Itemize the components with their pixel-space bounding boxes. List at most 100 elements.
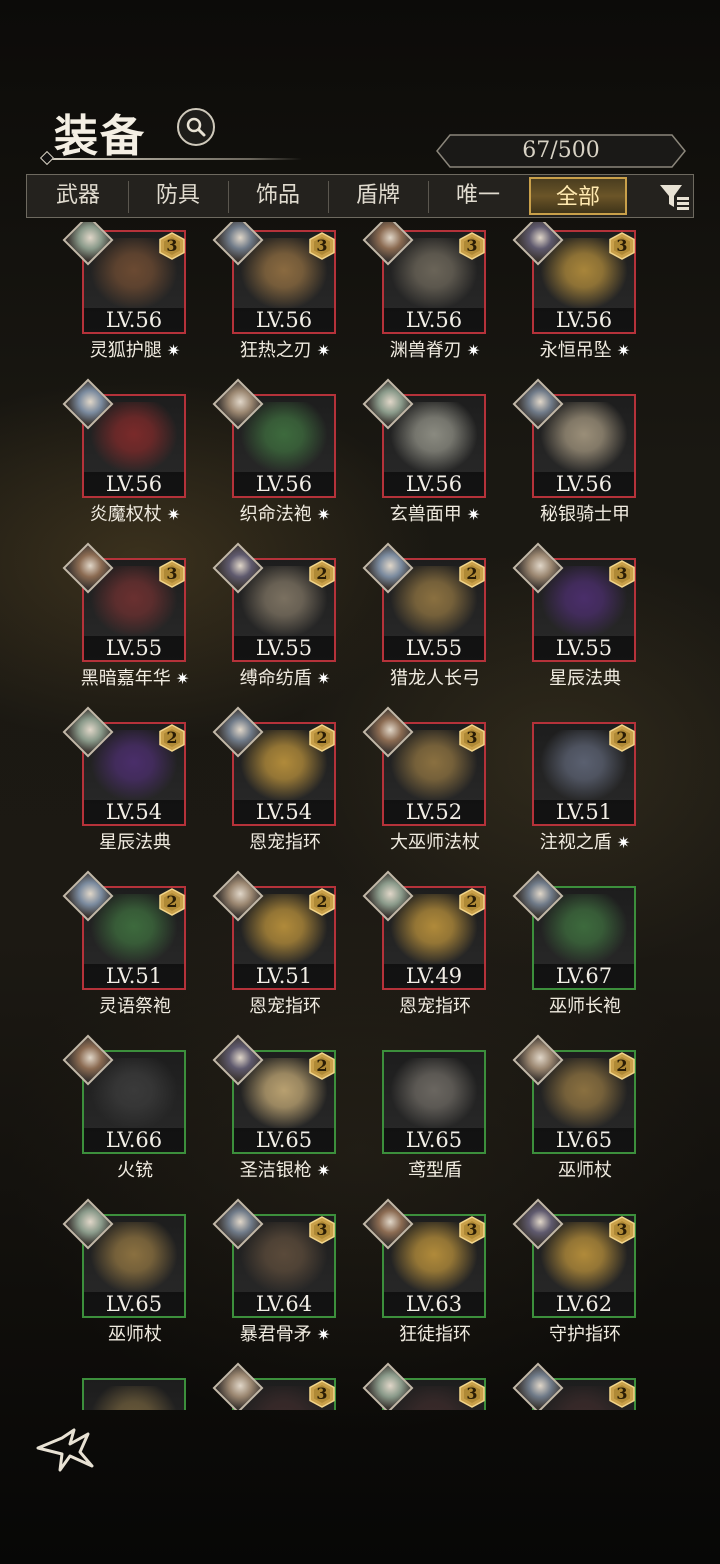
- equipment-item[interactable]: LV.64 3 暴君骨矛 ✷: [200, 1198, 350, 1366]
- equipment-item[interactable]: LV.56 3 永恒吊坠 ✷: [500, 222, 650, 382]
- item-card: LV.65: [382, 1050, 486, 1154]
- equipment-item[interactable]: LV.56 秘银骑士甲: [500, 378, 650, 546]
- equipment-item[interactable]: LV.67 巫师长袍: [500, 870, 650, 1038]
- item-name-text: 织命法袍: [239, 504, 312, 525]
- item-name-text: 恩宠指环: [399, 996, 471, 1017]
- equipment-item[interactable]: LV.62 3 守护指环: [500, 1198, 650, 1366]
- rank-value: 3: [466, 1220, 478, 1239]
- rank-badge: 2: [158, 888, 186, 916]
- enhanced-star-icon: ✷: [161, 505, 181, 524]
- item-level: LV.55: [534, 636, 634, 660]
- item-name: 灵狐护腿 ✷: [50, 336, 220, 362]
- equipment-item[interactable]: LV.49 2 恩宠指环: [350, 870, 500, 1038]
- equipment-item[interactable]: LV.55 2 缚命纺盾 ✷: [200, 542, 350, 710]
- rank-value: 2: [616, 728, 628, 747]
- equipment-item[interactable]: LV.56 玄兽面甲 ✷: [350, 378, 500, 546]
- item-name: 永恒吊坠 ✷: [500, 336, 670, 362]
- equipment-item[interactable]: LV.54 2 恩宠指环: [200, 706, 350, 874]
- tab-all[interactable]: 全部: [529, 177, 627, 215]
- equipment-item[interactable]: LV.65 巫师杖: [50, 1198, 200, 1366]
- item-name-text: 暴君骨矛: [239, 1324, 312, 1345]
- item-name-text: 巫师长袍: [549, 996, 621, 1017]
- equipment-item[interactable]: LV.55 2 猎龙人长弓: [350, 542, 500, 710]
- item-level: LV.49: [384, 964, 484, 988]
- rank-badge: 3: [308, 1216, 336, 1244]
- rank-value: 2: [316, 728, 328, 747]
- filter-button[interactable]: [657, 177, 691, 215]
- equipment-item[interactable]: LV.63 3 狂徒指环: [350, 1198, 500, 1366]
- item-level: LV.66: [84, 1128, 184, 1152]
- search-button[interactable]: [177, 108, 215, 146]
- tab-armor[interactable]: 防具: [129, 177, 227, 215]
- equipment-item[interactable]: 3: [200, 1362, 350, 1410]
- item-name-text: 巫师杖: [108, 1324, 162, 1345]
- equipment-item[interactable]: LV.56 3 灵狐护腿 ✷: [50, 222, 200, 382]
- capacity-count: 67/500: [522, 138, 600, 163]
- item-name: 恩宠指环: [200, 828, 370, 854]
- rank-value: 3: [616, 1384, 628, 1403]
- equipment-item[interactable]: LV.56 3 狂热之刃 ✷: [200, 222, 350, 382]
- equipment-item[interactable]: LV.56 3 渊兽脊刃 ✷: [350, 222, 500, 382]
- item-level: LV.65: [234, 1128, 334, 1152]
- item-level: LV.64: [234, 1292, 334, 1316]
- equipment-item[interactable]: [50, 1370, 200, 1410]
- item-name-text: 永恒吊坠: [539, 340, 612, 361]
- rank-value: 3: [466, 236, 478, 255]
- enhanced-star-icon: ✷: [311, 1161, 331, 1180]
- tab-unique[interactable]: 唯一: [429, 177, 527, 215]
- rank-value: 2: [316, 892, 328, 911]
- item-level: LV.62: [534, 1292, 634, 1316]
- equipment-item[interactable]: LV.54 2 星辰法典: [50, 706, 200, 874]
- item-level: LV.65: [534, 1128, 634, 1152]
- item-level: LV.56: [84, 472, 184, 496]
- enhanced-star-icon: ✷: [311, 1325, 331, 1344]
- rank-value: 3: [166, 564, 178, 583]
- equipment-item[interactable]: LV.56 炎魔权杖 ✷: [50, 378, 200, 546]
- tab-accessories[interactable]: 饰品: [229, 177, 327, 215]
- equipment-item[interactable]: LV.52 3 大巫师法杖: [350, 706, 500, 874]
- title-diamond-ornament: [39, 150, 55, 166]
- equipment-item[interactable]: LV.65 2 圣洁银枪 ✷: [200, 1034, 350, 1202]
- item-name: 大巫师法杖: [350, 828, 520, 854]
- equipment-item[interactable]: LV.65 鸢型盾: [350, 1042, 500, 1202]
- kite-shield-icon: [390, 1058, 478, 1130]
- back-logo-button[interactable]: [36, 1426, 94, 1472]
- rank-badge: 2: [458, 560, 486, 588]
- item-name: 巫师长袍: [500, 992, 670, 1018]
- item-level: LV.56: [84, 308, 184, 332]
- equipment-item[interactable]: LV.66 火铳: [50, 1034, 200, 1202]
- item-name: 巫师杖: [500, 1156, 670, 1182]
- equipment-item[interactable]: LV.56 织命法袍 ✷: [200, 378, 350, 546]
- equipment-item[interactable]: LV.55 3 星辰法典: [500, 542, 650, 710]
- rank-value: 2: [316, 564, 328, 583]
- filter-icon: [660, 185, 689, 210]
- enhanced-star-icon: ✷: [461, 341, 481, 360]
- equipment-item[interactable]: LV.51 2 灵语祭袍: [50, 870, 200, 1038]
- item-name: 星辰法典: [500, 664, 670, 690]
- rank-badge: 2: [458, 888, 486, 916]
- rank-badge: 2: [608, 1052, 636, 1080]
- item-name: 巫师杖: [50, 1320, 220, 1346]
- item-level: LV.56: [384, 308, 484, 332]
- tab-weapons[interactable]: 武器: [29, 177, 127, 215]
- page-title: 装备: [54, 111, 146, 162]
- equipment-item[interactable]: 3: [350, 1362, 500, 1410]
- rank-badge: 2: [308, 560, 336, 588]
- rank-value: 3: [616, 564, 628, 583]
- item-level: LV.56: [234, 472, 334, 496]
- tab-shields[interactable]: 盾牌: [329, 177, 427, 215]
- item-name-text: 星辰法典: [99, 832, 171, 853]
- equipment-item[interactable]: LV.51 2 恩宠指环: [200, 870, 350, 1038]
- rank-value: 2: [166, 728, 178, 747]
- equipment-item[interactable]: 3: [500, 1362, 650, 1410]
- equipment-item[interactable]: LV.55 3 黑暗嘉年华 ✷: [50, 542, 200, 710]
- equipment-item[interactable]: LV.65 2 巫师杖: [500, 1034, 650, 1202]
- rank-badge: 3: [608, 1216, 636, 1244]
- search-icon: [186, 117, 206, 137]
- item-card: [82, 1378, 186, 1410]
- item-name: 火铳: [50, 1156, 220, 1182]
- item-name: 恩宠指环: [350, 992, 520, 1018]
- equipment-item[interactable]: LV.51 2 注视之盾 ✷: [500, 714, 650, 874]
- rank-badge: 3: [608, 1380, 636, 1408]
- enhanced-star-icon: ✷: [311, 505, 331, 524]
